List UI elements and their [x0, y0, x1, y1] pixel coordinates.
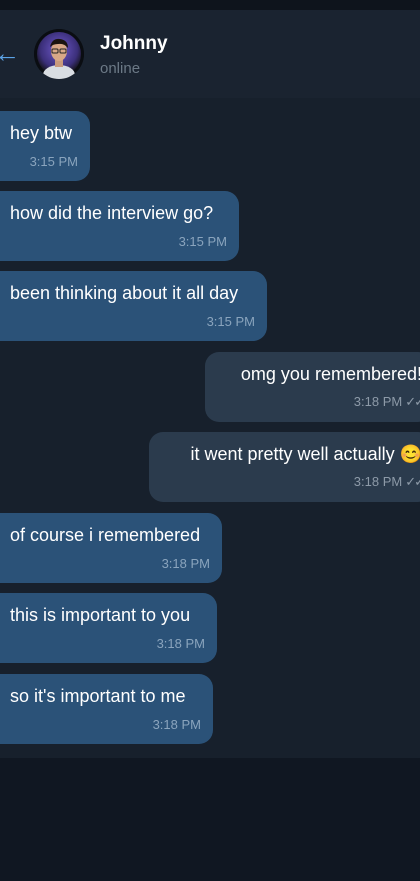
message-time: 3:15 PM — [206, 314, 255, 329]
message-time-text: 3:18 PM — [353, 394, 403, 409]
message-text: hey btw — [10, 123, 73, 143]
message-bubble-incoming[interactable]: so it's important to me 3:18 PM — [0, 674, 213, 744]
back-arrow-icon[interactable]: ← — [0, 40, 20, 66]
contact-status: online — [100, 60, 141, 77]
message-text: of course i remembered — [10, 525, 201, 545]
avatar-photo-icon — [34, 29, 84, 79]
message-text: been thinking about it all day — [10, 283, 239, 303]
message-text: so it's important to me — [10, 686, 186, 706]
window-top-strip — [0, 0, 420, 10]
message-bubble-incoming[interactable]: hey btw 3:15 PM — [0, 111, 90, 181]
chat-header: ← Johnny online — [0, 10, 420, 99]
message-text: it went pretty well actually 😊 — [190, 444, 420, 464]
message-bubble-outgoing[interactable]: omg you remembered! 3:18 PM ✓✓ — [205, 352, 420, 422]
message-time: 3:15 PM — [29, 154, 78, 169]
message-time: 3:18 PM ✓✓ — [354, 394, 420, 410]
read-receipt-icon: ✓✓ — [405, 394, 420, 409]
message-bubble-incoming[interactable]: this is important to you 3:18 PM — [0, 593, 217, 663]
message-text: omg you remembered! — [240, 364, 420, 384]
message-bubble-incoming[interactable]: been thinking about it all day 3:15 PM — [0, 271, 267, 341]
message-time: 3:18 PM — [152, 717, 201, 732]
message-time: 3:18 PM — [161, 556, 210, 571]
read-receipt-icon: ✓✓ — [405, 474, 420, 489]
message-bubble-incoming[interactable]: how did the interview go? 3:15 PM — [0, 191, 239, 261]
message-text: how did the interview go? — [10, 203, 214, 223]
message-time-text: 3:18 PM — [353, 474, 403, 489]
message-bubble-outgoing[interactable]: it went pretty well actually 😊 3:18 PM ✓✓ — [149, 432, 420, 502]
message-list[interactable]: hey btw 3:15 PM how did the interview go… — [0, 98, 420, 758]
message-time: 3:15 PM — [178, 234, 227, 249]
message-text: this is important to you — [10, 605, 191, 625]
message-time: 3:18 PM ✓✓ — [354, 474, 420, 490]
avatar[interactable] — [34, 29, 84, 79]
contact-name[interactable]: Johnny — [100, 33, 168, 55]
message-bubble-incoming[interactable]: of course i remembered 3:18 PM — [0, 513, 222, 583]
message-time: 3:18 PM — [156, 636, 205, 651]
